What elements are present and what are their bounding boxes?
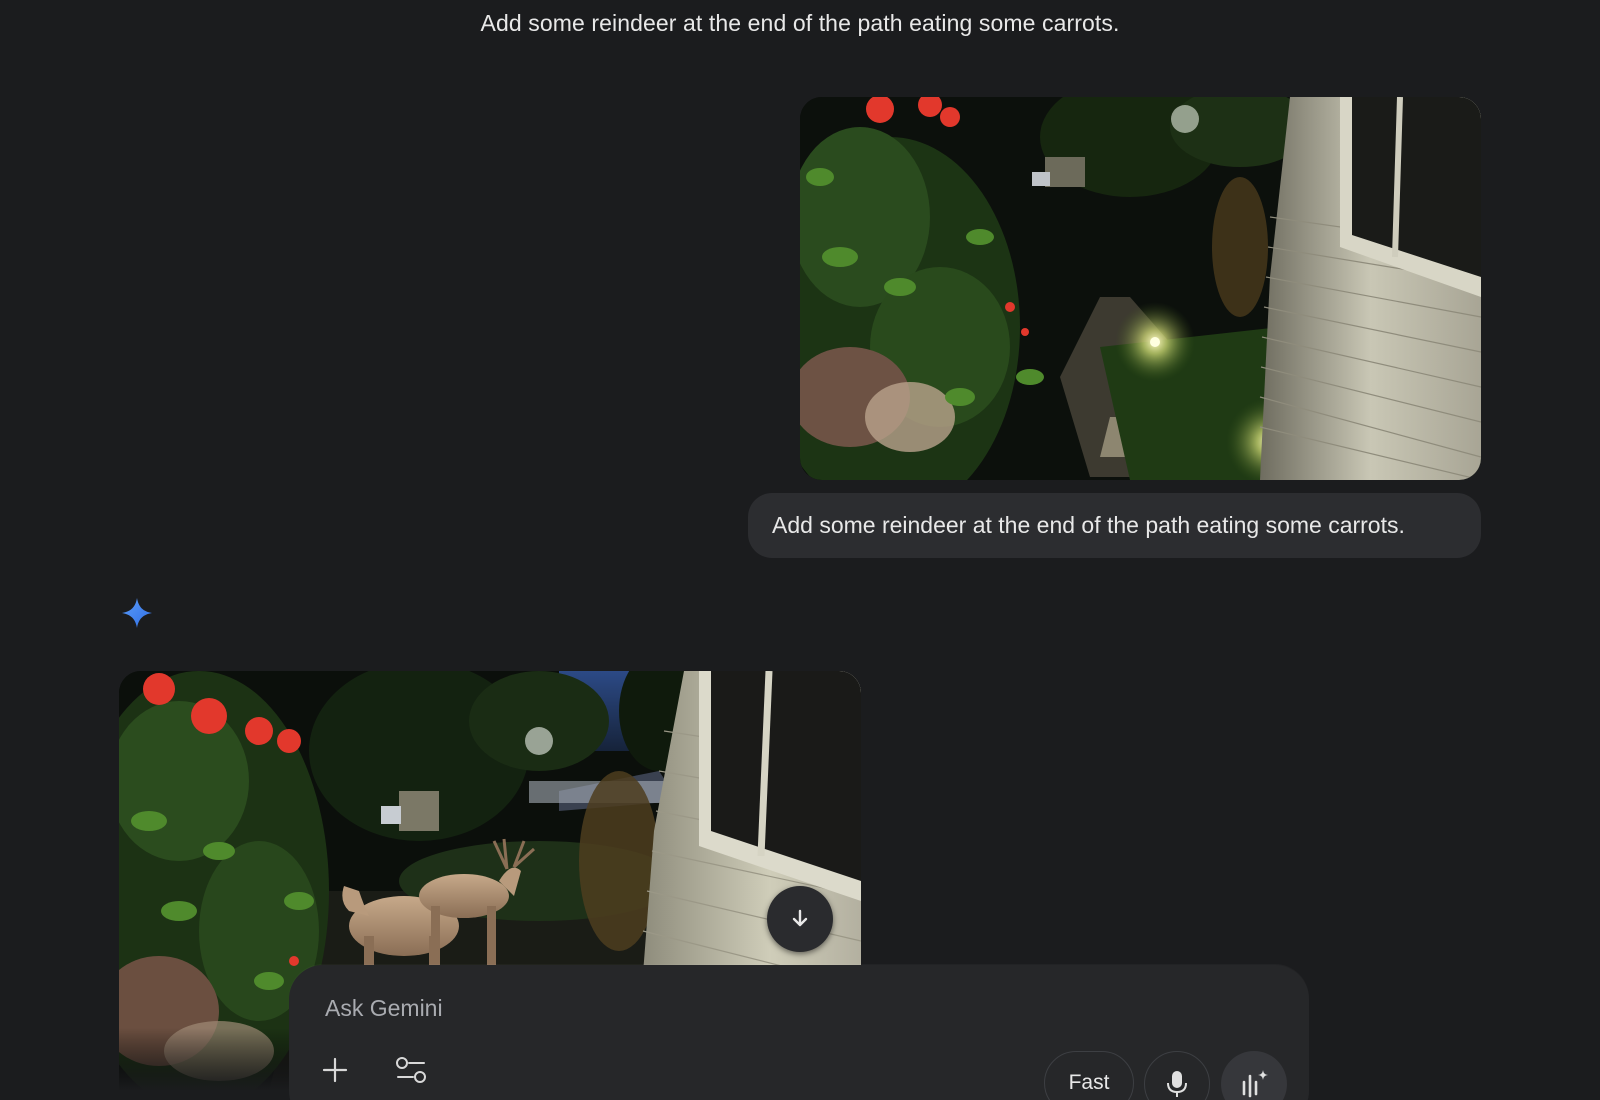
mode-label: Fast <box>1068 1071 1110 1094</box>
microphone-icon <box>1167 1071 1187 1097</box>
arrow-down-icon <box>792 909 808 927</box>
plus-icon <box>322 1057 348 1083</box>
gemini-sparkle-icon <box>120 596 154 630</box>
add-attachment-button[interactable] <box>312 1047 358 1093</box>
tools-sliders-icon <box>396 1057 426 1083</box>
conversation-title: Add some reindeer at the end of the path… <box>480 10 1120 36</box>
scroll-down-button[interactable] <box>767 886 833 952</box>
live-audio-icon <box>1242 1070 1268 1098</box>
mode-selector-button[interactable]: Fast <box>1044 1051 1134 1100</box>
ask-gemini-input[interactable] <box>323 987 1227 1029</box>
user-uploaded-image[interactable] <box>800 97 1481 480</box>
user-message-text: Add some reindeer at the end of the path… <box>772 512 1405 538</box>
tools-button[interactable] <box>388 1047 434 1093</box>
garden-photo <box>800 97 1481 480</box>
chat-page: Add some reindeer at the end of the path… <box>0 0 1600 1100</box>
user-message-bubble: Add some reindeer at the end of the path… <box>748 493 1481 558</box>
